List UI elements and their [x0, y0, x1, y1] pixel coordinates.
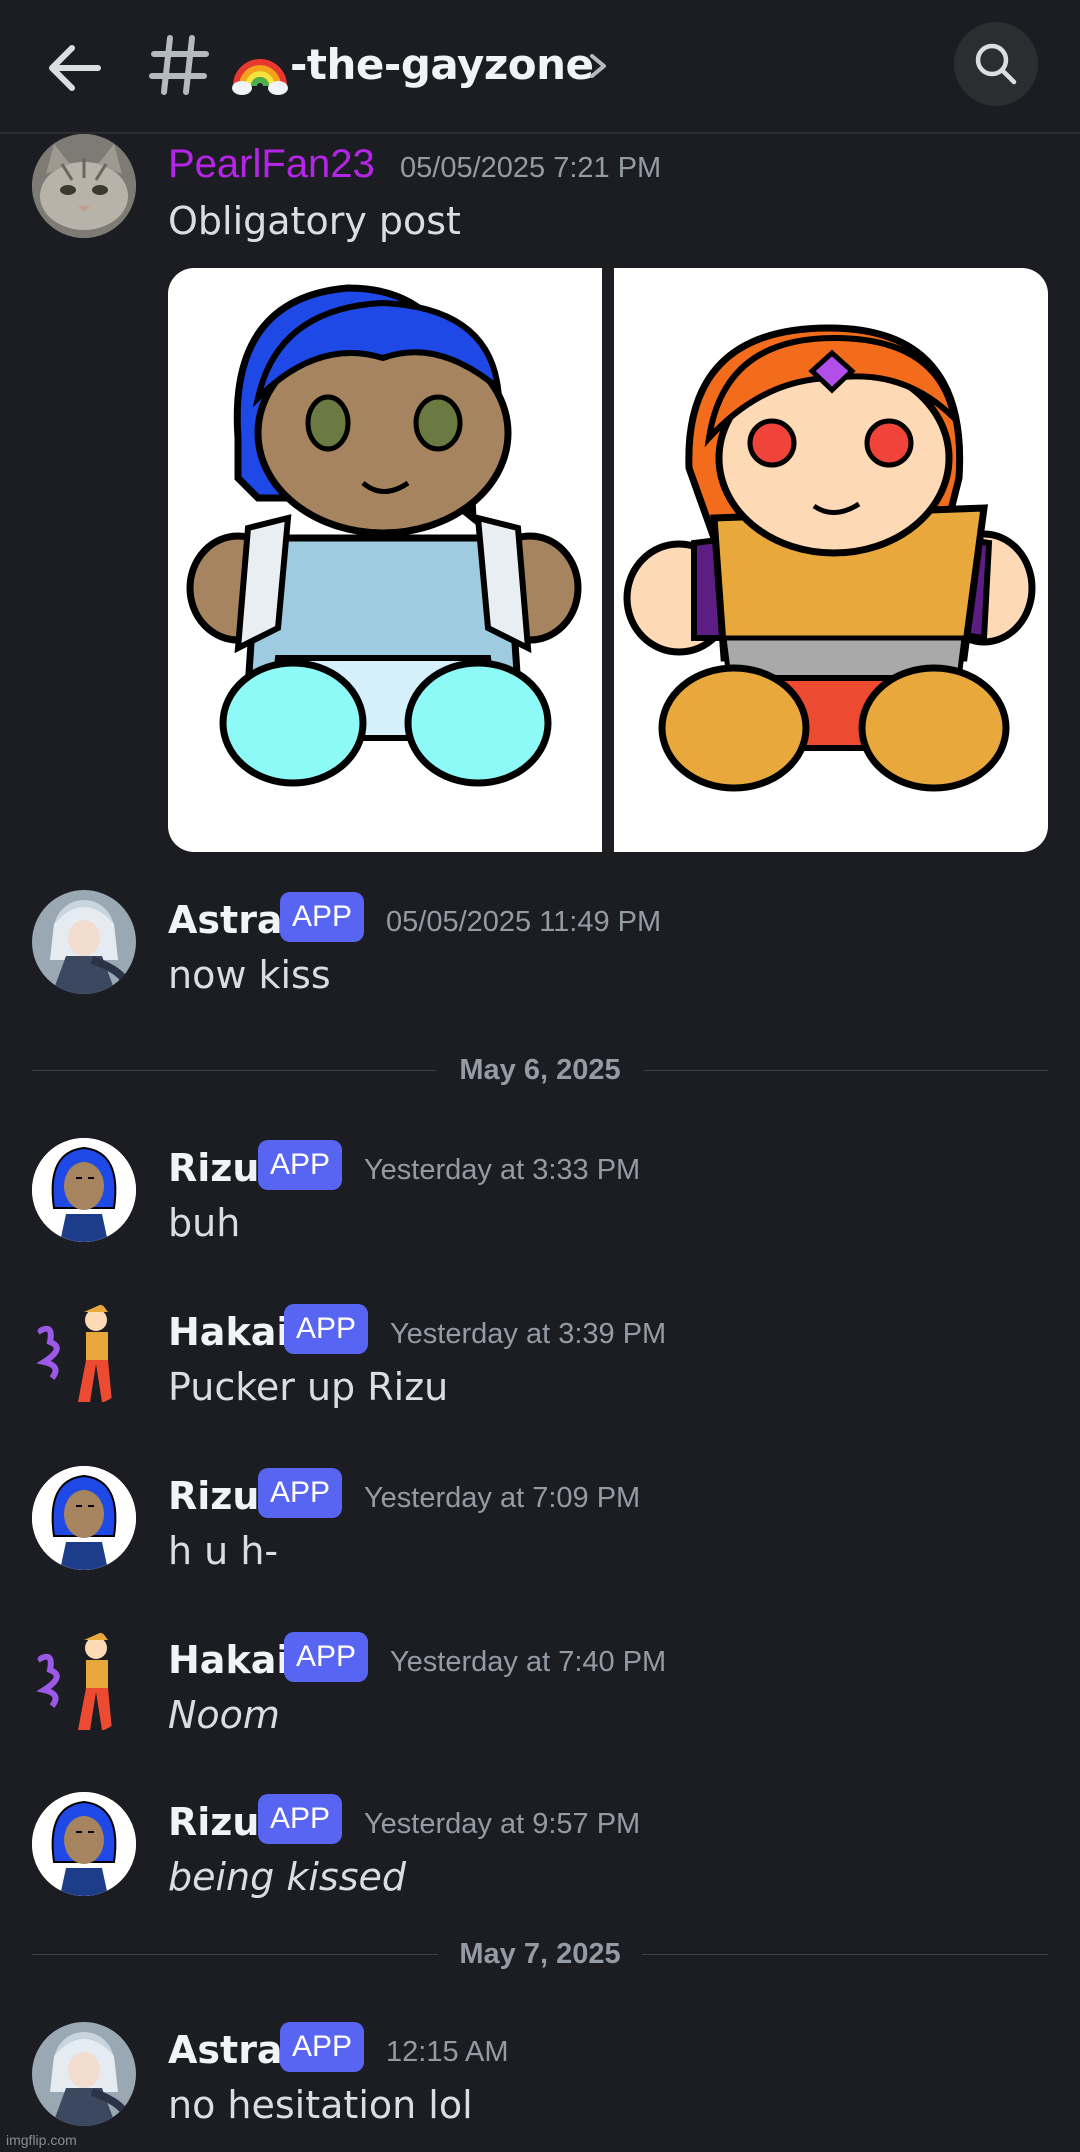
message-text: no hesitation lol	[168, 2083, 473, 2127]
avatar[interactable]	[32, 1792, 136, 1896]
author-name[interactable]: Hakai	[168, 1308, 289, 1356]
avatar[interactable]	[32, 1138, 136, 1242]
image-attachment[interactable]	[614, 268, 1048, 852]
channel-name[interactable]: -the-gayzone	[290, 36, 594, 94]
app-badge: APP	[284, 1632, 369, 1682]
date-divider-label: May 7, 2025	[439, 1938, 641, 1970]
timestamp: Yesterday at 3:39 PM	[390, 1318, 667, 1350]
author-name[interactable]: Astra	[168, 2026, 283, 2074]
author-name[interactable]: Rizu	[168, 1472, 259, 1520]
date-divider: May 6, 2025	[32, 1050, 1048, 1090]
timestamp: Yesterday at 7:09 PM	[364, 1482, 641, 1514]
message-text: Obligatory post	[168, 199, 461, 243]
app-badge: APP	[280, 2022, 365, 2072]
avatar[interactable]	[32, 134, 136, 238]
author-name[interactable]: PearlFan23	[168, 140, 375, 188]
avatar[interactable]	[32, 1466, 136, 1570]
avatar[interactable]	[32, 1302, 136, 1406]
message-text: buh	[168, 1201, 241, 1245]
search-button[interactable]	[954, 22, 1038, 106]
author-name[interactable]: Rizu	[168, 1798, 259, 1846]
blue-haired-plush-drawing	[186, 284, 582, 787]
rainbow-emoji-icon	[232, 38, 288, 96]
channel-header: -the-gayzone	[0, 0, 1080, 134]
message-text: Pucker up Rizu	[168, 1365, 449, 1409]
timestamp: Yesterday at 7:40 PM	[390, 1646, 667, 1678]
timestamp: Yesterday at 3:33 PM	[364, 1154, 641, 1186]
app-badge: APP	[258, 1794, 343, 1844]
app-badge: APP	[258, 1468, 343, 1518]
search-icon	[975, 43, 1017, 85]
avatar[interactable]	[32, 890, 136, 994]
watermark: imgflip.com	[6, 2132, 77, 2148]
avatar[interactable]	[32, 1630, 136, 1734]
timestamp: 05/05/2025 11:49 PM	[386, 906, 662, 938]
message-text: h u h-	[168, 1529, 279, 1573]
timestamp: Yesterday at 9:57 PM	[364, 1808, 641, 1840]
date-divider: May 7, 2025	[32, 1934, 1048, 1974]
arrow-left-icon[interactable]	[42, 36, 106, 100]
app-badge: APP	[284, 1304, 369, 1354]
timestamp: 12:15 AM	[386, 2036, 509, 2068]
chevron-right-icon[interactable]	[586, 50, 610, 82]
date-divider-label: May 6, 2025	[439, 1054, 641, 1086]
author-name[interactable]: Astra	[168, 896, 283, 944]
timestamp: 05/05/2025 7:21 PM	[400, 152, 662, 184]
message-text: being kissed	[168, 1855, 407, 1899]
app-badge: APP	[280, 892, 365, 942]
message-text: now kiss	[168, 953, 331, 997]
avatar[interactable]	[32, 2022, 136, 2126]
author-name[interactable]: Rizu	[168, 1144, 259, 1192]
image-attachment[interactable]	[168, 268, 602, 852]
hash-icon	[148, 30, 210, 100]
author-name[interactable]: Hakai	[168, 1636, 289, 1684]
message-text: Noom	[168, 1693, 280, 1737]
orange-haired-plush-drawing	[623, 324, 1036, 792]
app-badge: APP	[258, 1140, 343, 1190]
